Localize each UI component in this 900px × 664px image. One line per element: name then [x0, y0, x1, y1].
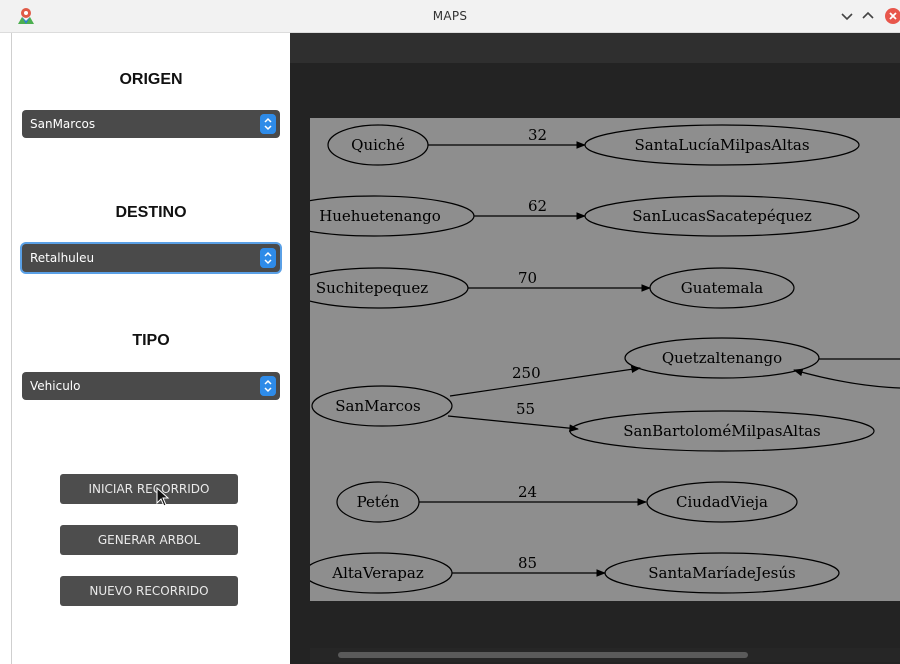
graph-edge: 24: [419, 483, 647, 506]
edge-weight-label: 70: [518, 269, 537, 287]
origin-label: ORIGEN: [119, 71, 183, 88]
type-select-value: Vehiculo: [30, 379, 81, 393]
graph-edge: 250: [449, 364, 641, 397]
graph-node[interactable]: SantaLucíaMilpasAltas: [584, 124, 860, 166]
graph-node[interactable]: SanLucasSacatepéquez: [584, 195, 860, 237]
graph-edge: 55: [447, 400, 579, 432]
node-label: Quetzaltenango: [662, 349, 782, 367]
select-arrows-icon: [260, 114, 276, 134]
graph-node[interactable]: Quiché: [327, 124, 429, 166]
new-route-button[interactable]: NUEVO RECORRIDO: [60, 576, 238, 606]
graph-node[interactable]: Petén: [336, 481, 420, 523]
node-label: SanMarcos: [335, 397, 420, 415]
node-label: SantaMaríadeJesús: [648, 564, 796, 582]
graph-edge: 70: [468, 269, 651, 292]
destination-select[interactable]: Retalhuleu: [22, 244, 280, 272]
control-panel: ORIGEN SanMarcos DESTINO Retalhuleu TIPO…: [12, 33, 290, 664]
graph-node[interactable]: Huehuetenango: [310, 195, 475, 237]
graph-edge: 32: [428, 126, 586, 149]
graph-viewer: 32 Quiché SantaLucíaMilpasAltas 62 Huehu…: [290, 33, 900, 664]
graph-node[interactable]: SantaMaríadeJesús: [604, 552, 840, 594]
destination-select-value: Retalhuleu: [30, 251, 95, 265]
edge-weight-label: 24: [518, 483, 537, 501]
close-icon[interactable]: [884, 7, 900, 25]
origin-select[interactable]: SanMarcos: [22, 110, 280, 138]
node-label: CiudadVieja: [676, 493, 768, 511]
node-label: SanLucasSacatepéquez: [632, 207, 812, 225]
chevron-down-icon[interactable]: [838, 7, 856, 25]
graph-node[interactable]: SanBartoloméMilpasAltas: [569, 410, 875, 452]
origin-select-value: SanMarcos: [30, 117, 96, 131]
scrollbar-thumb[interactable]: [338, 652, 748, 658]
type-select[interactable]: Vehiculo: [22, 372, 280, 400]
graph-node[interactable]: CiudadVieja: [646, 481, 798, 523]
destination-label: DESTINO: [115, 204, 187, 221]
viewer-toolbar: [290, 33, 900, 63]
node-label: Huehuetenango: [319, 207, 441, 225]
window-title: MAPS: [432, 9, 468, 23]
node-label: SanBartoloméMilpasAltas: [623, 422, 821, 440]
edge-weight-label: 55: [516, 400, 535, 418]
node-label: SantaLucíaMilpasAltas: [634, 136, 809, 154]
graph-edge: [793, 358, 900, 389]
chevron-up-icon[interactable]: [859, 7, 877, 25]
type-label: TIPO: [132, 332, 170, 349]
horizontal-scrollbar[interactable]: [310, 648, 900, 662]
graph-node[interactable]: SanMarcos: [311, 385, 453, 427]
edge-weight-label: 250: [512, 364, 541, 382]
node-label: Quiché: [351, 136, 405, 154]
graph-node[interactable]: Quetzaltenango: [624, 337, 820, 379]
graph-canvas[interactable]: 32 Quiché SantaLucíaMilpasAltas 62 Huehu…: [310, 118, 900, 601]
edge-weight-label: 62: [528, 197, 547, 215]
generate-tree-button[interactable]: GENERAR ARBOL: [60, 525, 238, 555]
graph-node[interactable]: Suchitepequez: [310, 267, 469, 309]
mouse-cursor-icon: [156, 487, 170, 507]
graph-node[interactable]: AltaVerapaz: [310, 552, 453, 594]
select-arrows-icon: [260, 376, 276, 396]
edge-weight-label: 85: [518, 554, 537, 572]
node-label: Petén: [357, 493, 400, 511]
title-bar: MAPS: [0, 0, 900, 33]
select-arrows-icon: [260, 248, 276, 268]
graph-edge: 62: [474, 197, 586, 220]
window-left-border: [0, 33, 12, 664]
start-route-button[interactable]: INICIAR RECORRIDO: [60, 474, 238, 504]
node-label: Suchitepequez: [316, 279, 428, 297]
edge-weight-label: 32: [528, 126, 547, 144]
graph-edge: 85: [452, 554, 606, 577]
node-label: Guatemala: [681, 279, 763, 297]
node-label: AltaVerapaz: [331, 564, 424, 582]
graph-node[interactable]: Guatemala: [649, 267, 795, 309]
